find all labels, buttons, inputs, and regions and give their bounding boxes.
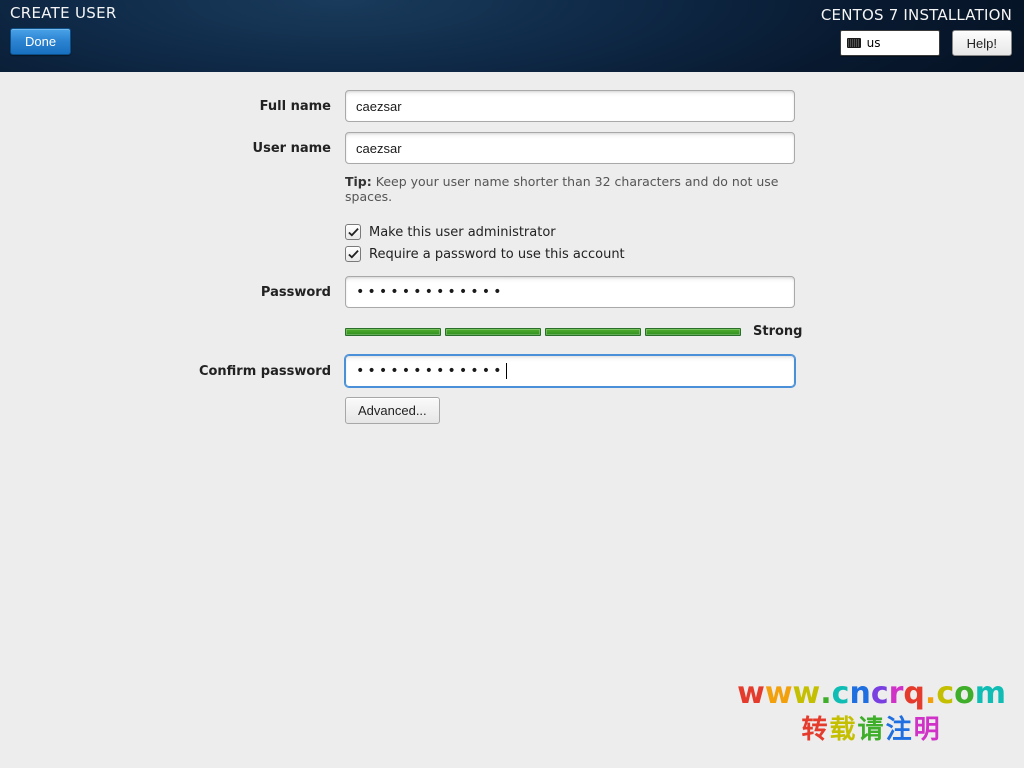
- admin-checkbox[interactable]: [345, 224, 361, 240]
- header-right: CENTOS 7 INSTALLATION us Help!: [821, 6, 1012, 56]
- user-name-input[interactable]: [345, 132, 795, 164]
- help-button[interactable]: Help!: [952, 30, 1012, 56]
- admin-checkbox-label: Make this user administrator: [369, 225, 556, 240]
- confirm-password-value: •••••••••••••: [356, 356, 505, 386]
- keyboard-icon: [847, 38, 861, 48]
- require-password-label: Require a password to use this account: [369, 247, 625, 262]
- admin-checkbox-row[interactable]: Make this user administrator: [345, 224, 800, 240]
- confirm-password-input[interactable]: •••••••••••••: [345, 355, 795, 387]
- watermark-line1: www.cncrq.com: [737, 676, 1006, 711]
- checkmark-icon: [348, 249, 359, 260]
- watermark-overlay: www.cncrq.com 转载请注明: [737, 676, 1006, 746]
- create-user-form: Full name User name Tip: Keep your user …: [0, 72, 1024, 424]
- done-button[interactable]: Done: [10, 28, 71, 55]
- password-value: •••••••••••••: [356, 277, 505, 307]
- confirm-password-label: Confirm password: [0, 364, 345, 379]
- strength-segment: [545, 328, 641, 336]
- user-name-tip: Tip: Keep your user name shorter than 32…: [345, 174, 800, 204]
- password-input[interactable]: •••••••••••••: [345, 276, 795, 308]
- require-password-checkbox[interactable]: [345, 246, 361, 262]
- password-strength: Strong: [345, 324, 800, 339]
- watermark-line2: 转载请注明: [737, 709, 1006, 746]
- full-name-label: Full name: [0, 99, 345, 114]
- keyboard-layout-selector[interactable]: us: [840, 30, 940, 56]
- header-controls: us Help!: [821, 30, 1012, 56]
- strength-segment: [645, 328, 741, 336]
- password-row: Password •••••••••••••: [0, 276, 1024, 308]
- strength-bar: [345, 328, 741, 336]
- installer-title: CENTOS 7 INSTALLATION: [821, 6, 1012, 24]
- text-cursor: [506, 363, 507, 379]
- password-label: Password: [0, 285, 345, 300]
- keyboard-layout-label: us: [867, 36, 881, 50]
- header-left: CREATE USER Done: [10, 4, 117, 55]
- user-name-label: User name: [0, 141, 345, 156]
- strength-segment: [345, 328, 441, 336]
- strength-label: Strong: [753, 324, 802, 339]
- checkmark-icon: [348, 227, 359, 238]
- confirm-password-row: Confirm password •••••••••••••: [0, 355, 1024, 387]
- full-name-input[interactable]: [345, 90, 795, 122]
- require-password-row[interactable]: Require a password to use this account: [345, 246, 800, 262]
- advanced-button[interactable]: Advanced...: [345, 397, 440, 424]
- tip-prefix: Tip:: [345, 174, 372, 189]
- page-title: CREATE USER: [10, 4, 117, 22]
- tip-text: Keep your user name shorter than 32 char…: [345, 174, 779, 204]
- strength-segment: [445, 328, 541, 336]
- full-name-row: Full name: [0, 90, 1024, 122]
- header-bar: CREATE USER Done CENTOS 7 INSTALLATION u…: [0, 0, 1024, 72]
- user-name-row: User name: [0, 132, 1024, 164]
